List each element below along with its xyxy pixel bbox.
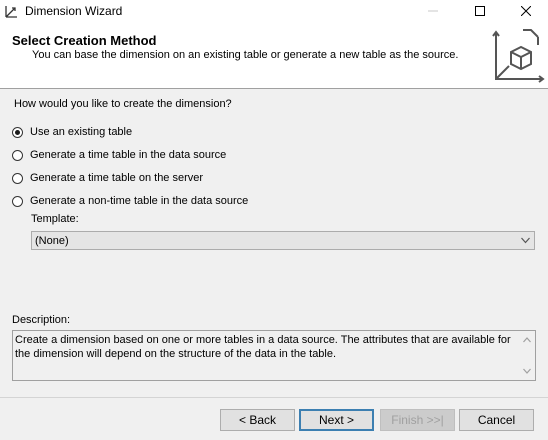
description-scrollbar[interactable]	[519, 331, 535, 380]
cancel-button[interactable]: Cancel	[459, 409, 534, 431]
back-button[interactable]: < Back	[220, 409, 295, 431]
radio-button[interactable]	[12, 149, 23, 161]
option-time-table-data-source[interactable]: Generate a time table in the data source	[12, 147, 226, 163]
template-dropdown[interactable]: (None)	[31, 231, 535, 250]
radio-button[interactable]	[12, 126, 23, 138]
minimize-icon	[428, 10, 438, 12]
wizard-app-icon	[5, 6, 17, 18]
option-time-table-server[interactable]: Generate a time table on the server	[12, 170, 203, 186]
footer-divider	[0, 397, 548, 398]
radio-button[interactable]	[12, 195, 23, 207]
minimize-button[interactable]	[410, 0, 456, 22]
chevron-down-icon	[521, 237, 530, 244]
option-non-time-table[interactable]: Generate a non-time table in the data so…	[12, 193, 248, 209]
page-subtitle: You can base the dimension on an existin…	[32, 49, 459, 61]
page-title: Select Creation Method	[12, 33, 157, 48]
description-label: Description:	[12, 314, 71, 326]
description-box: Create a dimension based on one or more …	[12, 330, 536, 381]
radio-button[interactable]	[12, 172, 23, 184]
description-text: Create a dimension based on one or more …	[15, 334, 511, 360]
creation-question: How would you like to create the dimensi…	[14, 98, 232, 110]
close-icon	[521, 6, 531, 16]
template-value: (None)	[35, 235, 69, 247]
maximize-button[interactable]	[457, 0, 503, 22]
option-label: Generate a time table on the server	[30, 172, 204, 184]
maximize-icon	[475, 6, 485, 16]
option-label: Generate a non-time table in the data so…	[30, 195, 249, 207]
option-label: Use an existing table	[30, 126, 133, 138]
title-bar: Dimension Wizard	[0, 0, 548, 22]
scroll-down-icon[interactable]	[523, 368, 531, 374]
template-label: Template:	[31, 213, 79, 225]
scroll-up-icon[interactable]	[523, 337, 531, 343]
finish-button[interactable]: Finish >>|	[380, 409, 455, 431]
next-button[interactable]: Next >	[299, 409, 374, 431]
wizard-header: Select Creation Method You can base the …	[0, 22, 548, 89]
option-label: Generate a time table in the data source	[30, 149, 227, 161]
close-button[interactable]	[503, 0, 548, 22]
option-existing-table[interactable]: Use an existing table	[12, 124, 132, 140]
dimension-cube-icon	[492, 29, 545, 83]
window-title: Dimension Wizard	[25, 4, 123, 18]
